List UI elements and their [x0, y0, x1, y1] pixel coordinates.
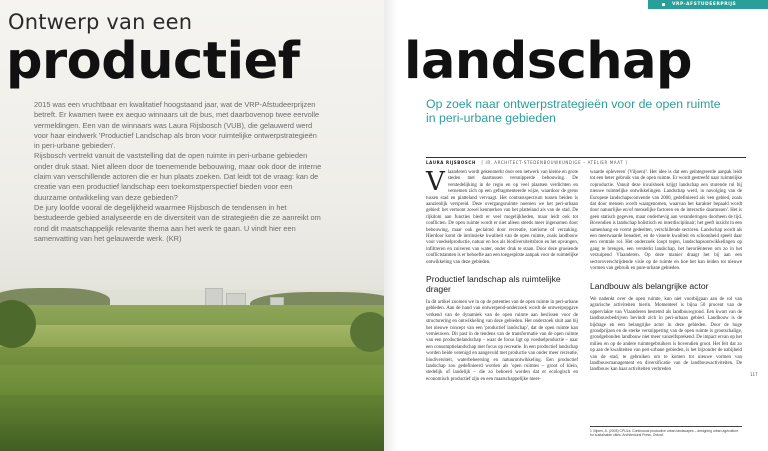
subtitle: Op zoek naar ontwerpstrategieën voor de …	[426, 97, 721, 125]
article-column-right: waarde opleveren' (Viljoen)¹. Het idee i…	[590, 170, 742, 374]
intro-paragraph: Rijsbosch vertrekt vanuit de vaststellin…	[34, 151, 322, 202]
article-paragraph: In dit artikel zoomen we in op de potent…	[426, 299, 578, 382]
right-page: VRP-AFSTUDEERPRIJS landschap Op zoek naa…	[384, 0, 768, 451]
title-word-right: landschap	[404, 32, 693, 91]
section-tag: VRP-AFSTUDEERPRIJS	[648, 0, 768, 9]
byline-author: LAURA RIJSBOSCH	[426, 160, 476, 165]
footnote: 1 Viljoen, A. (2005) CPULs: Continuous p…	[590, 426, 742, 438]
gutter-shadow	[384, 0, 398, 451]
article-paragraph: We nadenkt over de open ruimte, kun niet…	[590, 296, 742, 373]
section-heading: Productief landschap als ruimtelijke dra…	[426, 274, 561, 294]
intro-paragraph: De jury loofde vooral de degelijkheid wa…	[34, 202, 321, 243]
field-band	[0, 365, 384, 395]
article-paragraph: Vlaanderen wordt gekenmerkt door een net…	[426, 167, 578, 266]
tag-square-icon	[662, 3, 665, 6]
title-word-left: productief	[6, 32, 300, 91]
article-text: laanderen wordt gekenmerkt door een netw…	[426, 170, 578, 265]
intro-paragraph: 2015 was een vruchtbaar en kwalitatief h…	[34, 100, 320, 151]
page-number: 117	[750, 372, 758, 377]
intro-text: 2015 was een vruchtbaar en kwalitatief h…	[34, 100, 324, 244]
section-heading: Landbouw als belangrijke actor	[590, 280, 709, 291]
byline: LAURA RIJSBOSCH [ IR. ARCHITECT-STEDENBO…	[426, 157, 746, 165]
drop-cap: V	[426, 167, 445, 197]
section-tag-label: VRP-AFSTUDEERPRIJS	[672, 2, 737, 7]
byline-role: [ IR. ARCHITECT-STEDENBOUWKUNDIGE – ATEL…	[481, 160, 628, 165]
article-paragraph: waarde opleveren' (Viljoen)¹. Het idee i…	[590, 170, 742, 272]
article-column-left: Vlaanderen wordt gekenmerkt door een net…	[426, 167, 578, 383]
title-kicker: Ontwerp van een	[8, 10, 193, 34]
magazine-spread: Ontwerp van een productief 2015 was een …	[0, 0, 768, 451]
left-page: Ontwerp van een productief 2015 was een …	[0, 0, 384, 451]
field-band	[0, 325, 384, 347]
tree	[350, 312, 384, 352]
